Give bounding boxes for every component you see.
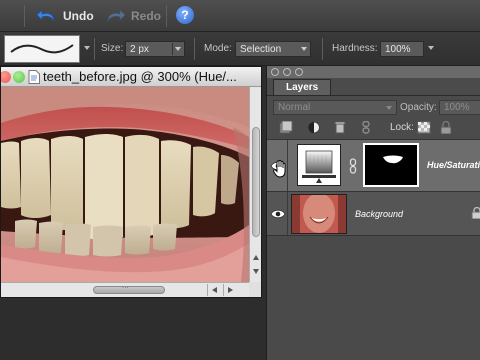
eye-icon[interactable]: [270, 206, 286, 222]
brush-stroke-icon: [10, 44, 74, 54]
close-window-button[interactable]: [1, 71, 11, 83]
image-canvas[interactable]: [1, 87, 249, 282]
document-file-icon: [28, 70, 40, 84]
scroll-left-button[interactable]: [207, 284, 221, 296]
mask-shape: [383, 155, 403, 164]
teeth-photo: [1, 87, 249, 282]
undo-label: Undo: [63, 9, 94, 23]
window-resize-handle[interactable]: [249, 282, 261, 297]
opacity-field[interactable]: 100%: [439, 100, 480, 115]
layers-empty-area: [267, 237, 480, 360]
layer-row-hue-saturation[interactable]: Hue/Saturation: [267, 140, 480, 192]
tab-divider: [267, 95, 480, 96]
opacity-value: 100%: [444, 102, 470, 113]
zoom-window-button[interactable]: [13, 71, 25, 83]
toolbar-divider: [24, 5, 25, 27]
horizontal-scroll-thumb[interactable]: ...: [93, 281, 165, 294]
top-toolbar: Undo Redo ?: [0, 0, 480, 32]
hue-saturation-icon: [302, 150, 336, 183]
vertical-scrollbar[interactable]: [249, 87, 261, 282]
hardness-field[interactable]: 100%: [380, 41, 424, 57]
panel-minimize-button[interactable]: [283, 68, 291, 76]
scroll-up-icon[interactable]: [253, 255, 259, 260]
layer-mask-thumbnail[interactable]: [363, 143, 419, 187]
vertical-scroll-thumb[interactable]: [252, 127, 260, 237]
help-icon[interactable]: ?: [176, 6, 194, 24]
size-value: 2 px: [130, 44, 149, 55]
scroll-grip: ...: [122, 281, 129, 290]
options-divider: [94, 38, 95, 60]
face-thumbnail-image: [292, 195, 346, 233]
layer-name-hue-saturation: Hue/Saturation: [427, 160, 480, 170]
layer-row-background[interactable]: Background: [267, 192, 480, 236]
horizontal-scrollbar[interactable]: ...: [1, 281, 249, 297]
panel-titlebar[interactable]: [267, 66, 480, 78]
redo-arrow-icon: [107, 9, 126, 23]
hardness-label: Hardness:: [332, 43, 378, 54]
panel-zoom-button[interactable]: [295, 68, 303, 76]
scroll-down-icon[interactable]: [253, 269, 259, 274]
mask-link-icon[interactable]: [349, 158, 357, 174]
hardness-value: 100%: [385, 44, 411, 55]
options-divider: [194, 38, 195, 60]
layer-name-background: Background: [355, 209, 404, 219]
scroll-right-icon: [228, 287, 233, 293]
chevron-down-icon[interactable]: [175, 47, 181, 51]
lock-label: Lock:: [390, 122, 414, 133]
undo-button[interactable]: Undo: [36, 6, 94, 26]
scroll-right-button[interactable]: [223, 284, 237, 296]
redo-label: Redo: [131, 9, 161, 23]
chevron-down-icon: [301, 47, 307, 51]
document-titlebar[interactable]: teeth_before.jpg @ 300% (Hue/...: [1, 67, 261, 87]
layers-panel: Layers Normal Opacity: 100% Lock: Hue/Sa…: [266, 66, 480, 360]
tab-layers-label: Layers: [286, 82, 319, 93]
chevron-down-icon[interactable]: [84, 46, 90, 50]
lock-transparency-icon[interactable]: [417, 121, 431, 134]
mode-select[interactable]: Selection: [235, 41, 311, 57]
options-divider: [322, 38, 323, 60]
lock-icon: [471, 207, 480, 219]
chevron-down-icon: [386, 106, 392, 110]
hand-cursor-icon: [273, 160, 286, 178]
toolbar-divider: [166, 5, 167, 27]
opacity-label: Opacity:: [400, 102, 437, 113]
link-layers-icon[interactable]: [359, 121, 373, 134]
adjustment-thumbnail[interactable]: [297, 144, 341, 186]
size-label: Size:: [101, 43, 124, 54]
blend-mode-value: Normal: [278, 102, 311, 113]
panel-close-button[interactable]: [271, 68, 279, 76]
undo-arrow-icon: [36, 9, 55, 23]
tool-options-bar: Size: 2 px Mode: Selection Hardness: 100…: [0, 32, 480, 66]
redo-button[interactable]: Redo: [104, 6, 161, 26]
document-title: teeth_before.jpg @ 300% (Hue/...: [43, 69, 237, 84]
scroll-left-icon: [212, 287, 217, 293]
tab-layers[interactable]: Layers: [273, 79, 331, 95]
background-thumbnail[interactable]: [291, 194, 347, 234]
new-layer-icon[interactable]: [279, 121, 293, 134]
size-field[interactable]: 2 px: [125, 41, 185, 57]
lock-all-icon[interactable]: [439, 121, 453, 134]
mode-label: Mode:: [204, 43, 232, 54]
trash-icon[interactable]: [333, 121, 347, 134]
mode-value: Selection: [240, 44, 282, 55]
brush-preview[interactable]: [4, 35, 80, 63]
document-window: teeth_before.jpg @ 300% (Hue/... ...: [0, 66, 262, 298]
blend-mode-select[interactable]: Normal: [273, 100, 397, 115]
adjustment-layer-icon[interactable]: [307, 121, 321, 134]
dropdown-divider: [172, 43, 173, 55]
chevron-down-icon[interactable]: [428, 46, 434, 50]
